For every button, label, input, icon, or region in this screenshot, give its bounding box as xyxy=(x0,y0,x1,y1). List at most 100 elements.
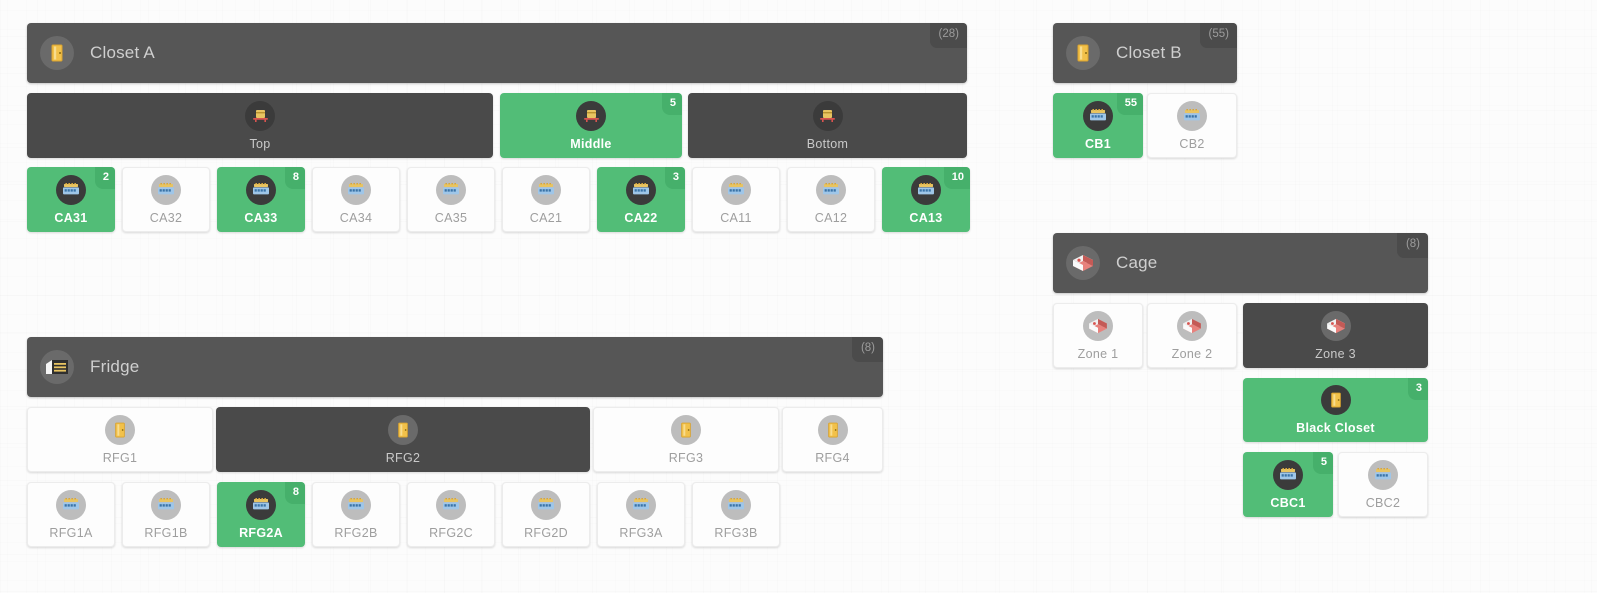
switch-icon xyxy=(911,174,941,205)
device-count-badge: 55 xyxy=(1116,93,1143,115)
shelf-cell-middle[interactable]: Middle 5 xyxy=(500,93,682,158)
switch-icon xyxy=(436,489,466,520)
door-icon xyxy=(817,414,848,445)
device-label: CA21 xyxy=(529,210,563,225)
device-label: CA31 xyxy=(54,210,88,225)
zone-cell-rfg1[interactable]: RFG1 xyxy=(27,407,213,472)
switch-icon xyxy=(816,174,846,205)
device-cell-ca31[interactable]: CA31 2 xyxy=(27,167,115,232)
shelf-icon xyxy=(812,100,843,131)
device-cell-rfg3b[interactable]: RFG3B xyxy=(692,482,780,547)
switch-icon xyxy=(1177,100,1207,131)
device-label: RFG3A xyxy=(619,525,663,540)
device-label: CA12 xyxy=(814,210,848,225)
zone-cell-zone-3[interactable]: Zone 3 xyxy=(1243,303,1428,368)
group-count-badge: (28) xyxy=(929,23,967,48)
subgroup-cell-black-closet[interactable]: Black Closet 3 xyxy=(1243,378,1428,442)
device-count-badge: 3 xyxy=(664,167,685,189)
switch-icon xyxy=(531,489,561,520)
switch-icon xyxy=(721,174,751,205)
device-cell-ca22[interactable]: CA22 3 xyxy=(597,167,685,232)
door-icon xyxy=(1066,36,1100,70)
device-cell-cb2[interactable]: CB2 xyxy=(1147,93,1237,158)
device-cell-ca34[interactable]: CA34 xyxy=(312,167,400,232)
device-cell-ca13[interactable]: CA13 10 xyxy=(882,167,970,232)
device-cell-rfg2a[interactable]: RFG2A 8 xyxy=(217,482,305,547)
device-label: RFG2A xyxy=(239,525,283,540)
device-count-badge: 8 xyxy=(284,482,305,504)
shelf-cell-bottom[interactable]: Bottom xyxy=(688,93,967,158)
device-label: CA34 xyxy=(339,210,373,225)
shelf-cell-top[interactable]: Top xyxy=(27,93,493,158)
device-cell-ca33[interactable]: CA33 8 xyxy=(217,167,305,232)
topology-canvas: Closet A (28) Top Middle 5 Bottom CA31 2… xyxy=(0,0,1597,593)
zone-cell-rfg3[interactable]: RFG3 xyxy=(593,407,779,472)
zone-label: Zone 1 xyxy=(1077,346,1119,361)
device-cell-ca21[interactable]: CA21 xyxy=(502,167,590,232)
group-title: Cage xyxy=(1116,253,1158,272)
device-label: CA33 xyxy=(244,210,278,225)
warehouse-icon xyxy=(40,350,74,384)
device-cell-ca32[interactable]: CA32 xyxy=(122,167,210,232)
device-label: RFG2B xyxy=(334,525,378,540)
zone-cell-zone-2[interactable]: Zone 2 xyxy=(1147,303,1237,368)
zone-cell-zone-1[interactable]: Zone 1 xyxy=(1053,303,1143,368)
device-cell-rfg1b[interactable]: RFG1B xyxy=(122,482,210,547)
switch-icon xyxy=(1368,459,1398,490)
group-header-closet-b[interactable]: Closet B (55) xyxy=(1053,23,1237,83)
switch-icon xyxy=(246,174,276,205)
device-count-badge: 2 xyxy=(94,167,115,189)
switch-icon xyxy=(531,174,561,205)
device-label: CA35 xyxy=(434,210,468,225)
door-icon xyxy=(40,36,74,70)
device-label: CA32 xyxy=(149,210,183,225)
device-cell-cbc2[interactable]: CBC2 xyxy=(1338,452,1428,517)
device-cell-cb1[interactable]: CB1 55 xyxy=(1053,93,1143,158)
device-label: CA13 xyxy=(909,210,943,225)
zone-cell-rfg4[interactable]: RFG4 xyxy=(782,407,883,472)
zone-label: Zone 3 xyxy=(1315,346,1356,361)
device-count-badge: 10 xyxy=(943,167,970,189)
switch-icon xyxy=(151,174,181,205)
subgroup-label: Black Closet xyxy=(1296,421,1375,436)
group-header-cage[interactable]: Cage (8) xyxy=(1053,233,1428,293)
switch-icon xyxy=(151,489,181,520)
switch-icon xyxy=(626,174,656,205)
device-cell-ca35[interactable]: CA35 xyxy=(407,167,495,232)
door-icon xyxy=(105,414,135,445)
device-cell-rfg3a[interactable]: RFG3A xyxy=(597,482,685,547)
device-label: CB2 xyxy=(1179,136,1205,151)
device-cell-rfg1a[interactable]: RFG1A xyxy=(27,482,115,547)
shelf-count-badge: 5 xyxy=(661,93,682,115)
cage-icon xyxy=(1066,246,1100,280)
zone-cell-rfg2[interactable]: RFG2 xyxy=(216,407,590,472)
door-icon xyxy=(671,414,701,445)
device-label: CA22 xyxy=(624,210,658,225)
shelf-icon xyxy=(576,100,606,131)
switch-icon xyxy=(341,174,371,205)
device-cell-cbc1[interactable]: CBC1 5 xyxy=(1243,452,1333,517)
device-label: RFG1B xyxy=(144,525,188,540)
cage-icon xyxy=(1320,310,1351,341)
device-cell-ca12[interactable]: CA12 xyxy=(787,167,875,232)
device-cell-rfg2b[interactable]: RFG2B xyxy=(312,482,400,547)
switch-icon xyxy=(721,489,751,520)
device-cell-ca11[interactable]: CA11 xyxy=(692,167,780,232)
device-label: RFG2C xyxy=(429,525,473,540)
shelf-label: Bottom xyxy=(806,136,849,151)
zone-label: RFG2 xyxy=(385,450,421,465)
group-title: Fridge xyxy=(90,357,140,376)
device-label: RFG1A xyxy=(49,525,93,540)
switch-icon xyxy=(56,174,86,205)
group-header-closet-a[interactable]: Closet A (28) xyxy=(27,23,967,83)
device-label: CB1 xyxy=(1085,136,1111,151)
zone-label: RFG1 xyxy=(102,450,138,465)
cage-icon xyxy=(1083,310,1113,341)
device-label: RFG3B xyxy=(714,525,758,540)
device-label: CA11 xyxy=(720,210,752,225)
device-label: RFG2D xyxy=(524,525,568,540)
device-cell-rfg2d[interactable]: RFG2D xyxy=(502,482,590,547)
device-cell-rfg2c[interactable]: RFG2C xyxy=(407,482,495,547)
group-header-fridge[interactable]: Fridge (8) xyxy=(27,337,883,397)
device-count-badge: 8 xyxy=(284,167,305,189)
